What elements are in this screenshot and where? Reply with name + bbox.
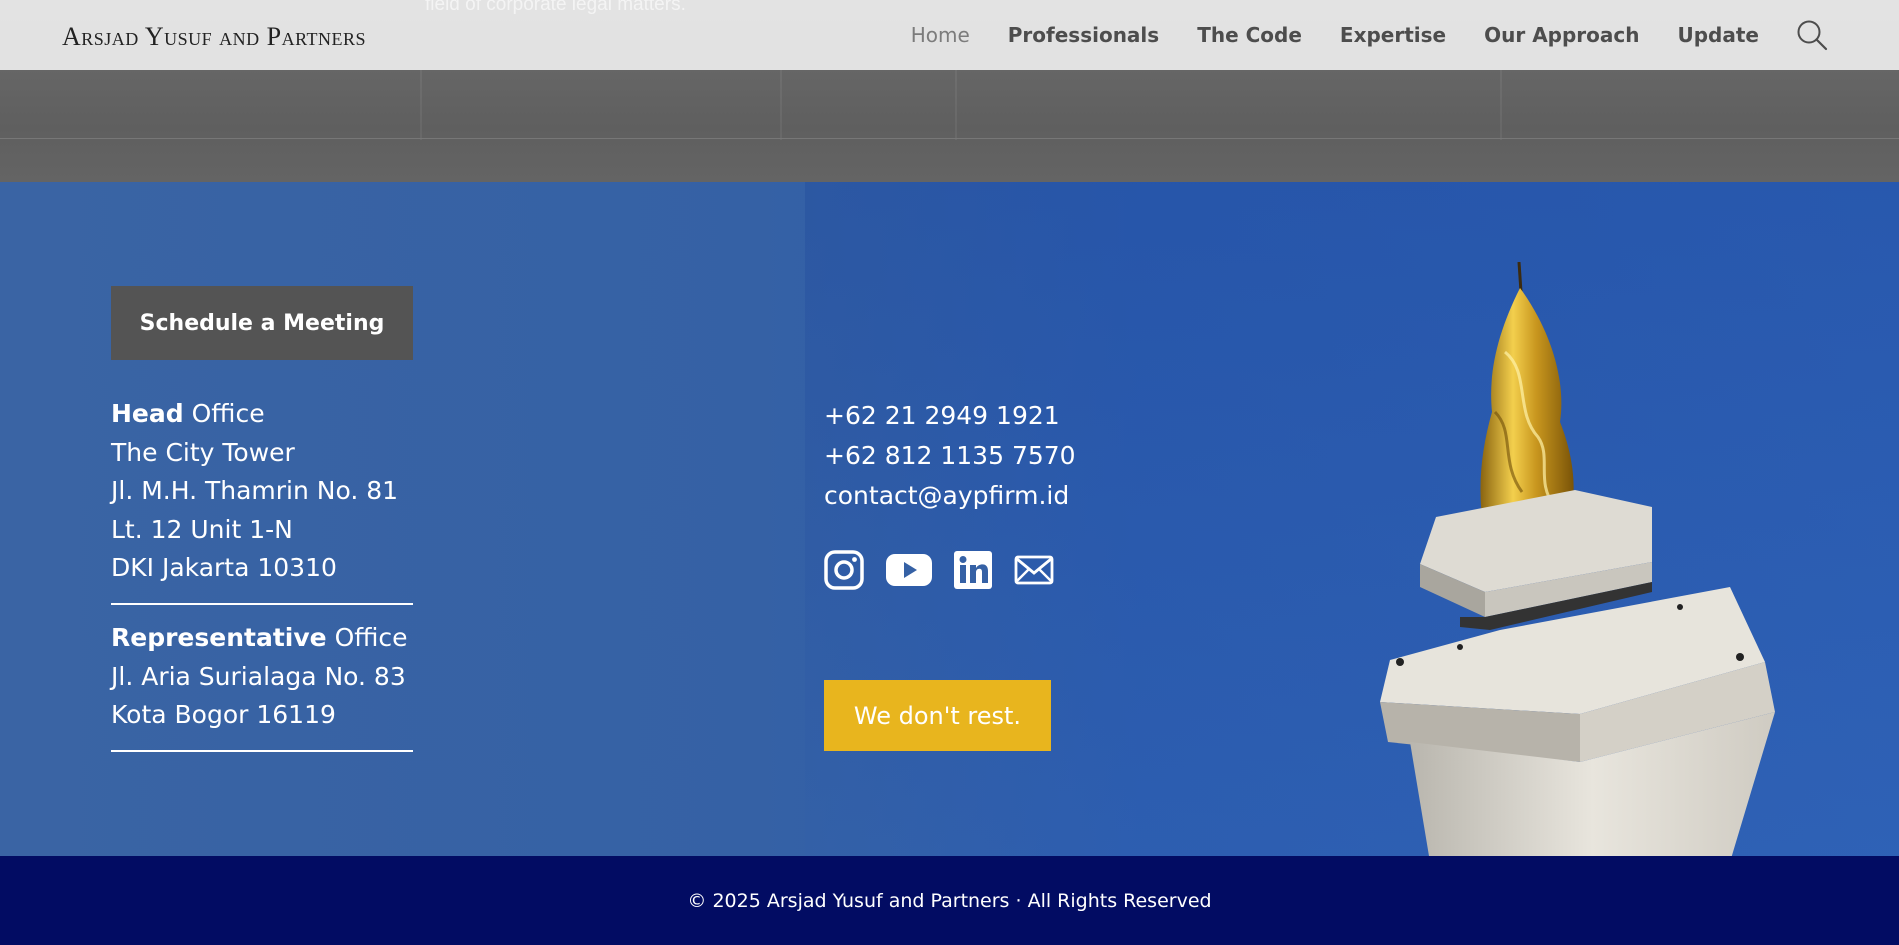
site-logo-text: Arsjad Yusuf and Partners — [62, 22, 367, 51]
email-icon[interactable] — [1014, 554, 1054, 586]
hero-floor-line — [0, 138, 1899, 139]
head-office-address: Head Office The City Tower Jl. M.H. Tham… — [111, 395, 398, 588]
phone-link-1[interactable]: +62 21 2949 1921 — [824, 396, 1076, 436]
head-office-line: The City Tower — [111, 437, 295, 467]
phone-link-2[interactable]: +62 812 1135 7570 — [824, 436, 1076, 476]
we-dont-rest-button[interactable]: We don't rest. — [824, 680, 1051, 751]
nav-the-code[interactable]: The Code — [1197, 23, 1302, 47]
copyright-text: © 2025 Arsjad Yusuf and Partners · All R… — [687, 889, 1212, 912]
site-footer: © 2025 Arsjad Yusuf and Partners · All R… — [0, 856, 1899, 945]
monument-illustration — [1380, 262, 1775, 856]
nav-expertise[interactable]: Expertise — [1340, 23, 1446, 47]
head-office-title: Head Office — [111, 395, 398, 434]
rep-office-title: Representative Office — [111, 619, 408, 658]
hero-floor-streak — [420, 70, 422, 140]
nav-our-approach[interactable]: Our Approach — [1484, 23, 1639, 47]
social-links — [824, 550, 1076, 590]
head-office-title-bold: Head — [111, 399, 184, 428]
head-office-title-rest: Office — [183, 399, 265, 428]
instagram-icon[interactable] — [824, 550, 864, 590]
nav-update[interactable]: Update — [1678, 23, 1760, 47]
nav-professionals[interactable]: Professionals — [1008, 23, 1159, 47]
hero-floor-streak — [955, 70, 957, 140]
nav-home[interactable]: Home — [911, 23, 970, 47]
main-nav: Home Professionals The Code Expertise Ou… — [873, 0, 1899, 70]
hero-floor-streak — [1500, 70, 1502, 140]
representative-office-address: Representative Office Jl. Aria Surialaga… — [111, 619, 408, 735]
hero-caption: field of corporate legal matters. — [425, 0, 686, 15]
head-office-line: DKI Jakarta 10310 — [111, 553, 337, 582]
schedule-meeting-button[interactable]: Schedule a Meeting — [111, 286, 413, 360]
rep-office-title-rest: Office — [326, 623, 408, 652]
linkedin-icon[interactable] — [954, 551, 992, 589]
contact-details: +62 21 2949 1921 +62 812 1135 7570 conta… — [824, 396, 1076, 516]
hero-floor-streak — [780, 70, 782, 140]
search-icon[interactable] — [1795, 18, 1829, 52]
head-office-line: Lt. 12 Unit 1-N — [111, 514, 293, 544]
office-divider — [111, 603, 413, 605]
office-divider — [111, 750, 413, 752]
rep-office-title-bold: Representative — [111, 623, 327, 652]
email-link[interactable]: contact@aypfirm.id — [824, 476, 1076, 516]
site-logo[interactable]: Arsjad Yusuf and Partners — [62, 22, 366, 52]
head-office-line: Jl. M.H. Thamrin No. 81 — [111, 476, 399, 505]
rep-office-line: Jl. Aria Surialaga No. 83 — [111, 661, 406, 691]
youtube-icon[interactable] — [886, 553, 932, 587]
contact-section: Schedule a Meeting Head Office The City … — [0, 182, 1899, 856]
rep-office-line: Kota Bogor 16119 — [111, 700, 336, 729]
site-header: Arsjad Yusuf and Partners Home Professio… — [0, 0, 1899, 70]
